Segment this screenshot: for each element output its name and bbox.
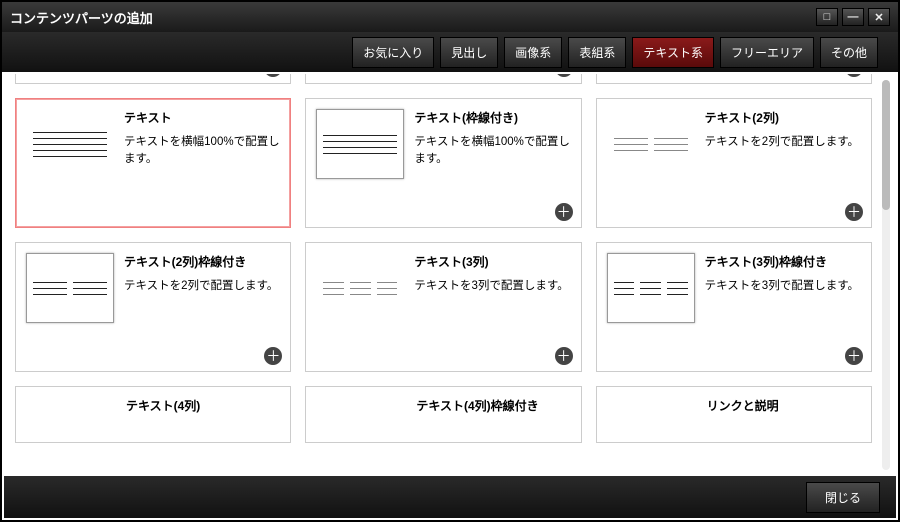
add-button[interactable]: ＋ [555,74,573,77]
add-button[interactable]: ＋ [845,347,863,365]
card-title: テキスト(枠線付き) [414,109,570,126]
add-button[interactable]: ＋ [555,203,573,221]
close-icon: ✕ [874,11,883,24]
part-card[interactable]: ✓ ✓ ＋ [15,74,291,84]
titlebar: コンテンツパーツの追加 □ — ✕ [2,2,898,32]
tab-headings[interactable]: 見出し [440,37,498,68]
tab-tables[interactable]: 表組系 [568,37,626,68]
card-title: リンクと説明 [707,397,861,414]
scroll-area[interactable]: ✓ ✓ ＋ ✓ ✓ ＋ [9,74,878,476]
plus-icon: ＋ [847,74,861,78]
part-card-text-4col-border[interactable]: テキスト(4列)枠線付き [305,386,581,443]
card-title: テキスト [124,109,280,126]
card-title: テキスト(2列) [705,109,861,126]
tab-freearea[interactable]: フリーエリア [720,37,814,68]
card-desc: テキストを横幅100%で配置します。 [124,134,280,169]
scrollbar-thumb[interactable] [882,80,890,210]
card-title: テキスト(3列) [414,253,570,270]
footer: 閉じる [4,476,896,518]
content-area: ✓ ✓ ＋ ✓ ✓ ＋ [4,74,896,476]
part-card[interactable]: ＋ [596,74,872,84]
add-button[interactable]: ＋ [845,203,863,221]
card-desc: テキストを2列で配置します。 [124,278,280,295]
part-card-link-desc[interactable]: リンクと説明 [596,386,872,443]
thumbnail [316,109,404,179]
part-card-text-3col[interactable]: テキスト(3列) テキストを3列で配置します。 ＋ [305,242,581,372]
thumbnail [607,253,695,323]
part-card-text-4col[interactable]: テキスト(4列) [15,386,291,443]
plus-icon: ＋ [847,202,861,222]
add-button[interactable]: ＋ [845,74,863,77]
card-title: テキスト(2列)枠線付き [124,253,280,270]
maximize-button[interactable]: □ [816,8,838,26]
card-desc: テキストを2列で配置します。 [705,134,861,151]
plus-icon: ＋ [557,202,571,222]
card-desc: テキストを3列で配置します。 [414,278,570,295]
close-window-button[interactable]: ✕ [868,8,890,26]
minimize-button[interactable]: — [842,8,864,26]
tab-images[interactable]: 画像系 [504,37,562,68]
part-card-text-3col-border[interactable]: テキスト(3列)枠線付き テキストを3列で配置します。 ＋ [596,242,872,372]
card-title: テキスト(4列)枠線付き [416,397,570,414]
card-title: テキスト(4列) [126,397,280,414]
plus-icon: ＋ [557,74,571,78]
thumbnail [26,109,114,179]
thumbnail [607,109,695,179]
thumbnail [316,253,404,323]
tab-favorites[interactable]: お気に入り [352,37,434,68]
plus-icon: ＋ [266,74,280,78]
add-button[interactable]: ＋ [555,347,573,365]
scrollbar[interactable] [882,80,890,470]
plus-icon: ＋ [266,346,280,366]
card-desc: テキストを3列で配置します。 [705,278,861,295]
part-card-text[interactable]: テキスト テキストを横幅100%で配置します。 [15,98,291,228]
part-card-text-border[interactable]: テキスト(枠線付き) テキストを横幅100%で配置します。 ＋ [305,98,581,228]
plus-icon: ＋ [847,346,861,366]
card-desc: テキストを横幅100%で配置します。 [414,134,570,169]
close-button[interactable]: 閉じる [806,482,880,513]
add-button[interactable]: ＋ [264,74,282,77]
part-card-text-2col[interactable]: テキスト(2列) テキストを2列で配置します。 ＋ [596,98,872,228]
tab-text[interactable]: テキスト系 [632,37,714,68]
category-tabs: お気に入り 見出し 画像系 表組系 テキスト系 フリーエリア その他 [2,32,898,72]
minimize-icon: — [848,11,859,23]
add-button[interactable]: ＋ [264,347,282,365]
part-card-text-2col-border[interactable]: テキスト(2列)枠線付き テキストを2列で配置します。 ＋ [15,242,291,372]
card-title: テキスト(3列)枠線付き [705,253,861,270]
window-title: コンテンツパーツの追加 [10,8,153,27]
plus-icon: ＋ [557,346,571,366]
dialog-window: コンテンツパーツの追加 □ — ✕ お気に入り 見出し 画像系 表組系 テキスト… [0,0,900,522]
tab-other[interactable]: その他 [820,37,878,68]
part-card[interactable]: ✓ ✓ ＋ [305,74,581,84]
thumbnail [26,253,114,323]
maximize-icon: □ [824,11,831,23]
